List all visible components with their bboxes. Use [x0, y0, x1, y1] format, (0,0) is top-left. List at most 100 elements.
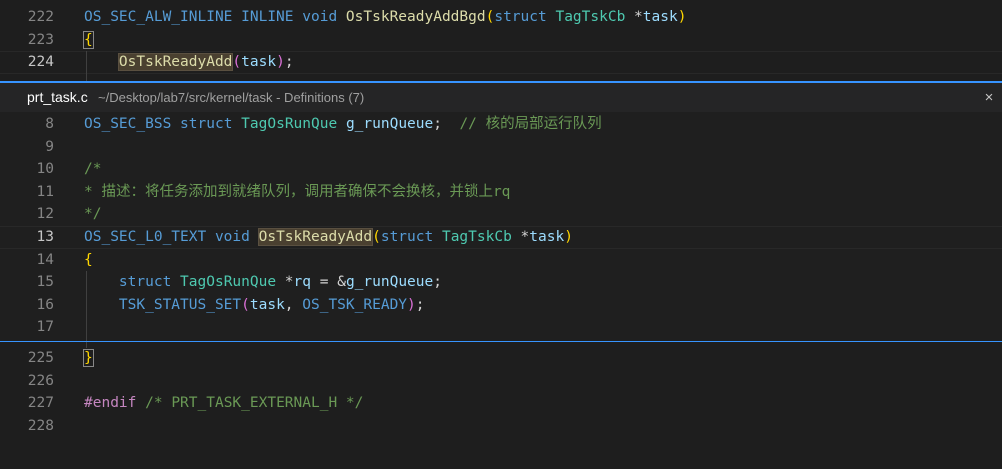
code-text[interactable]: OS_SEC_BSS struct TagOsRunQue g_runQueue… [84, 113, 602, 136]
code-line[interactable]: 14 { [0, 249, 1002, 272]
code-token: OsTskReadyAdd [117, 53, 234, 72]
code-line[interactable]: 227 #endif /* PRT_TASK_EXTERNAL_H */ [0, 392, 1002, 415]
code-line[interactable]: 12 */ [0, 203, 1002, 226]
code-text[interactable]: TSK_STATUS_SET(task, OS_TSK_READY); [84, 294, 425, 317]
code-token: OS_SEC_BSS [84, 116, 172, 132]
code-line[interactable]: 15 struct TagOsRunQue *rq = &g_runQueue; [0, 271, 1002, 294]
code-token: void [302, 9, 338, 25]
code-token: ; [415, 296, 425, 313]
peek-bottom-border [0, 341, 1002, 342]
code-text[interactable]: struct TagOsRunQue *rq = &g_runQueue; [84, 271, 442, 294]
line-number: 13 [36, 229, 54, 245]
code-line[interactable]: 226 [0, 370, 1002, 393]
code-token: /* PRT_TASK_EXTERNAL_H */ [145, 395, 364, 412]
line-number: 15 [36, 274, 54, 291]
indent-guide [86, 51, 87, 81]
code-token: ) [677, 9, 687, 25]
code-text[interactable]: OsTskReadyAdd(task); [84, 51, 294, 74]
code-line[interactable]: 223 { [0, 29, 1002, 52]
code-token: ( [232, 54, 242, 71]
line-number: 9 [45, 138, 54, 155]
code-token: INLINE [241, 9, 294, 25]
code-token: // 核的局部运行队列 [459, 116, 602, 132]
code-line[interactable]: 225} [0, 347, 1002, 370]
code-text[interactable]: { [84, 249, 93, 272]
code-token: TagTskCb [555, 9, 626, 25]
code-token: = & [311, 274, 346, 291]
code-token: rq [293, 274, 312, 291]
line-number: 226 [27, 372, 54, 389]
code-text[interactable]: OS_SEC_L0_TEXT void OsTskReadyAdd(struct… [84, 226, 573, 249]
code-token: * 描述：将任务添加到就绪队列，调用者确保不会换核，并锁上rq [84, 183, 511, 200]
code-token: ( [241, 296, 250, 313]
line-number: 227 [27, 395, 54, 412]
code-token: { [84, 251, 93, 268]
close-icon[interactable]: × [982, 83, 996, 112]
code-token: task [529, 229, 565, 245]
code-line[interactable]: 224 OsTskReadyAdd(task); [0, 51, 1002, 74]
code-token: g_runQueue [345, 116, 434, 132]
line-number: 225 [27, 350, 54, 366]
indent-guide [86, 271, 87, 341]
line-number: 11 [36, 183, 54, 200]
code-token: #endif [84, 395, 137, 412]
code-line[interactable]: 9 [0, 136, 1002, 159]
code-text[interactable]: * 描述：将任务添加到就绪队列，调用者确保不会换核，并锁上rq [84, 181, 510, 204]
code-token: OS_SEC_L0_TEXT [84, 229, 207, 245]
code-token: struct [180, 116, 233, 132]
peek-file-name[interactable]: prt_task.c [27, 83, 88, 112]
line-number: 10 [36, 161, 54, 178]
code-token: * [276, 274, 294, 291]
line-number: 16 [36, 296, 54, 313]
code-token: ; [433, 116, 460, 132]
code-token: ; [284, 54, 294, 71]
peek-body[interactable]: 8 OS_SEC_BSS struct TagOsRunQue g_runQueu… [0, 112, 1002, 341]
code-line[interactable]: 222 OS_SEC_ALW_INLINE INLINE void OsTskRe… [0, 6, 1002, 29]
line-number: 17 [36, 319, 54, 336]
code-token: struct [494, 9, 547, 25]
code-text[interactable]: } [83, 347, 94, 370]
code-text[interactable]: */ [84, 203, 101, 226]
code-line[interactable]: 8 OS_SEC_BSS struct TagOsRunQue g_runQueu… [0, 113, 1002, 136]
code-line[interactable]: 13 OS_SEC_L0_TEXT void OsTskReadyAdd(stru… [0, 226, 1002, 249]
code-text[interactable]: #endif /* PRT_TASK_EXTERNAL_H */ [84, 392, 363, 415]
code-token: task [249, 296, 285, 313]
code-token: , [284, 296, 303, 313]
line-number: 224 [27, 54, 54, 71]
code-token: OsTskReadyAdd [257, 228, 374, 246]
code-line[interactable]: 11 * 描述：将任务添加到就绪队列，调用者确保不会换核，并锁上rq [0, 181, 1002, 204]
code-token: TagOsRunQue [180, 274, 277, 291]
code-line[interactable]: 10 /* [0, 158, 1002, 181]
code-token: } [83, 349, 94, 367]
code-text[interactable]: OS_SEC_ALW_INLINE INLINE void OsTskReady… [84, 6, 686, 29]
peek-file-path: ~/Desktop/lab7/src/kernel/task - Definit… [98, 90, 365, 105]
code-text[interactable]: { [83, 29, 94, 52]
line-number: 12 [36, 206, 54, 223]
line-number: 223 [27, 31, 54, 48]
indent-guide [86, 342, 87, 348]
code-text[interactable]: /* [84, 158, 101, 181]
code-token: void [214, 229, 250, 245]
code-token: ; [433, 274, 442, 291]
code-token: ) [276, 54, 285, 71]
code-editor[interactable]: 222 OS_SEC_ALW_INLINE INLINE void OsTskRe… [0, 0, 1002, 469]
code-token: struct [380, 229, 434, 245]
code-line[interactable]: 16 TSK_STATUS_SET(task, OS_TSK_READY); [0, 294, 1002, 317]
code-token: task [642, 9, 678, 25]
peek-header: prt_task.c ~/Desktop/lab7/src/kernel/tas… [0, 83, 1002, 112]
code-line[interactable]: 228 [0, 415, 1002, 438]
code-token: ( [372, 229, 381, 245]
code-line[interactable]: 17 [0, 316, 1002, 339]
code-token: * [625, 9, 643, 25]
line-number: 228 [27, 417, 54, 434]
code-token: task [241, 54, 277, 71]
